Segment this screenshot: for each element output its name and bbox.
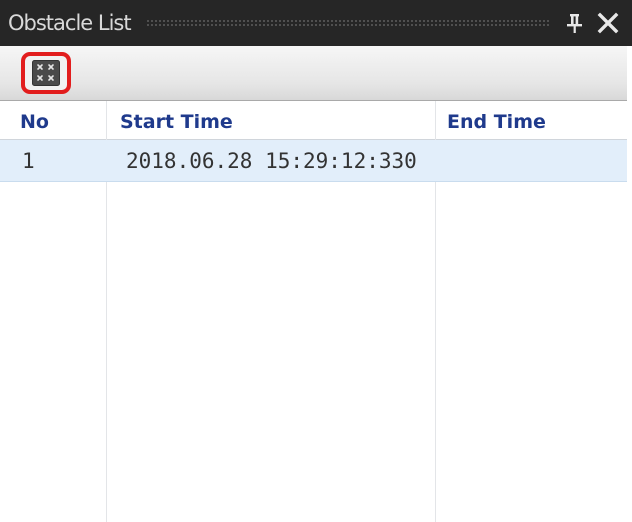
panel-right-edge (627, 46, 632, 522)
title-grip (146, 19, 550, 27)
grid-header: No Start Time End Time (0, 101, 632, 140)
close-button[interactable] (594, 10, 622, 36)
close-icon (597, 12, 619, 34)
panel-title: Obstacle List (8, 11, 132, 35)
panel-titlebar[interactable]: Obstacle List (0, 0, 632, 47)
table-row[interactable]: 1 2018.06.28 15:29:12:330 (0, 140, 632, 182)
cell-no: 1 (22, 149, 35, 173)
panel-toolbar (0, 46, 632, 101)
pin-icon (567, 14, 582, 33)
column-header-end-time[interactable]: End Time (447, 101, 546, 139)
clear-all-icon (32, 60, 60, 86)
obstacle-list-panel: Obstacle List No Start Time End Time 1 2… (0, 0, 632, 522)
column-header-no[interactable]: No (20, 101, 49, 139)
clear-all-button[interactable] (21, 52, 71, 94)
cell-start-time: 2018.06.28 15:29:12:330 (126, 149, 417, 173)
pin-button[interactable] (564, 10, 586, 36)
column-header-start-time[interactable]: Start Time (120, 101, 233, 139)
